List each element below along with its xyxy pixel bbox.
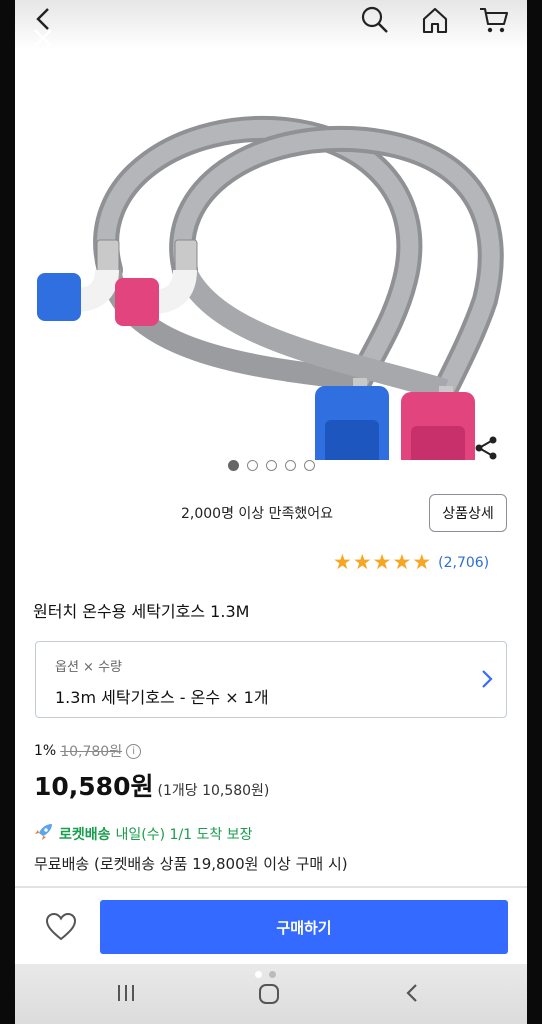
pagination-dot[interactable] [265,460,277,471]
app-screen: 2,000명 이상 만족했어요 상품상세 ★ ★ ★ ★ ★ (2,706) 원… [15,0,527,1024]
option-value: 1.3m 세탁기호스 - 온수 × 1개 [55,688,269,707]
chevron-right-icon [480,668,494,694]
rating[interactable]: ★ ★ ★ ★ ★ (2,706) [333,552,489,573]
wishlist-button[interactable] [43,910,79,944]
home-icon [422,7,448,34]
hose-illustration [37,115,504,482]
pagination-dot[interactable] [246,460,258,471]
close-button[interactable] [29,24,57,52]
star-icon: ★ [352,550,372,574]
recent-apps-icon [118,985,134,1001]
search-button[interactable] [359,4,391,36]
buy-bar: 구매하기 [15,888,527,964]
discount-rate: 1% [34,743,57,759]
share-icon [475,436,497,460]
nav-dot [255,971,262,978]
satisfaction-text: 2,000명 이상 만족했어요 [181,506,334,522]
chevron-left-icon [406,984,417,1002]
product-title: 원터치 온수용 세탁기호스 1.3M [33,602,250,621]
rocket-icon [34,823,54,845]
rocket-delivery-label: 로켓배송 [59,827,111,843]
heart-icon [45,912,77,941]
pagination-dot[interactable] [284,460,296,471]
cart-icon [480,7,509,33]
option-label: 옵션 × 수량 [55,660,122,675]
nav-dot [269,971,276,978]
review-count[interactable]: (2,706) [438,555,489,571]
delivery-info: 로켓배송 내일(수) 1/1 도착 보장 [34,823,253,845]
original-price: 10,780원 [60,744,123,760]
discount-row: 1% 10,780원 i [34,741,142,761]
info-icon[interactable]: i [126,743,142,759]
close-icon [34,29,52,47]
recent-apps-button[interactable] [113,980,139,1006]
pagination-dot[interactable] [227,460,239,471]
star-icon: ★ [412,550,432,574]
top-bar [15,0,527,50]
star-icon: ★ [372,550,392,574]
home-circle-icon [259,984,279,1004]
search-icon [361,6,388,33]
cart-button[interactable] [477,4,511,36]
nav-page-indicator [255,971,276,978]
price-row: 10,580원 (1개당 10,580원) [34,767,269,803]
home-button[interactable] [419,4,451,36]
star-icon: ★ [333,550,352,574]
buy-button[interactable]: 구매하기 [100,900,508,954]
product-detail-button[interactable]: 상품상세 [429,494,507,532]
delivery-date: 내일(수) 1/1 도착 보장 [115,827,253,843]
unit-price: (1개당 10,580원) [157,783,270,799]
star-icon: ★ [392,550,412,574]
system-nav-bar [15,964,527,1024]
shipping-info: 무료배송 (로켓배송 상품 19,800원 이상 구매 시) [34,855,348,873]
pagination-dot[interactable] [303,460,315,471]
image-pagination [15,460,527,471]
sale-price: 10,580원 [34,772,154,801]
back-nav-button[interactable] [399,980,425,1006]
home-nav-button[interactable] [255,980,283,1008]
option-selector[interactable]: 옵션 × 수량 1.3m 세탁기호스 - 온수 × 1개 [35,641,507,718]
product-image[interactable] [15,60,527,482]
